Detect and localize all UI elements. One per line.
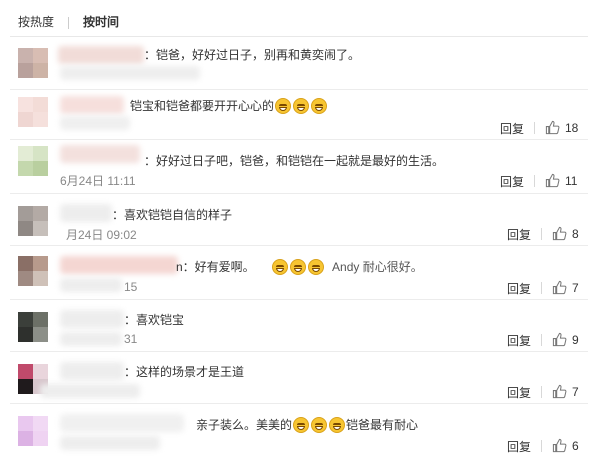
grin-emoji-icon bbox=[308, 259, 325, 275]
thumbs-up-icon bbox=[552, 332, 567, 347]
comment-text: ：铠爸，好好过日子，别再和黄奕闹了。 bbox=[144, 48, 361, 62]
thumbs-up-icon bbox=[552, 280, 567, 295]
tab-by-time[interactable]: 按时间 bbox=[83, 13, 119, 30]
grin-emoji-icon bbox=[293, 98, 310, 114]
grin-emoji-icon bbox=[329, 417, 346, 433]
thumbs-up-icon bbox=[552, 226, 567, 241]
username-blurred[interactable] bbox=[60, 256, 178, 274]
action-separator bbox=[541, 334, 542, 346]
reply-button[interactable]: 回复 bbox=[507, 280, 531, 297]
reply-button[interactable]: 回复 bbox=[500, 120, 524, 137]
comment-text: 铠宝和铠爸都要开开心心的 bbox=[130, 97, 328, 114]
like-button[interactable]: 6 bbox=[552, 438, 579, 453]
username-blurred[interactable] bbox=[60, 310, 124, 328]
grin-emoji-icon bbox=[275, 98, 292, 114]
action-separator bbox=[541, 282, 542, 294]
grin-emoji-icon bbox=[293, 417, 310, 433]
like-button[interactable]: 18 bbox=[545, 120, 578, 135]
thumbs-up-icon bbox=[552, 384, 567, 399]
reply-button[interactable]: 回复 bbox=[507, 332, 531, 349]
comment-time: 15 bbox=[124, 280, 138, 294]
avatar[interactable] bbox=[18, 312, 48, 342]
comment-text: ：好好过日子吧，铠爸，和铠铠在一起就是最好的生活。 bbox=[144, 154, 445, 168]
timestamp-blurred bbox=[60, 436, 160, 450]
comment-item: ：喜欢铠宝 31 回复 9 bbox=[0, 300, 596, 352]
timestamp-blurred bbox=[60, 278, 122, 292]
comment-text: 亲子装么。美美的 铠爸最有耐心 bbox=[196, 417, 419, 433]
comment-item: 铠宝和铠爸都要开开心心的 回复 18 bbox=[0, 90, 596, 140]
avatar[interactable] bbox=[18, 48, 48, 78]
action-separator bbox=[541, 440, 542, 452]
like-button[interactable]: 7 bbox=[552, 280, 579, 295]
timestamp-blurred bbox=[40, 384, 140, 398]
comment-text: ：喜欢铠铠自信的样子 bbox=[112, 208, 233, 222]
tab-separator bbox=[68, 16, 70, 29]
comment-time: 6月24日 11:11 bbox=[60, 174, 136, 188]
comment-item: ：铠爸，好好过日子，别再和黄奕闹了。 bbox=[0, 40, 596, 90]
username-blurred[interactable] bbox=[60, 414, 184, 432]
username-blurred[interactable] bbox=[60, 362, 124, 380]
username-blurred[interactable] bbox=[60, 96, 124, 114]
avatar[interactable] bbox=[18, 256, 48, 286]
action-separator bbox=[534, 175, 535, 187]
avatar[interactable] bbox=[18, 97, 48, 127]
timestamp-blurred bbox=[60, 116, 130, 130]
comment-item: n：好有爱啊。 Andy 耐心很好。 15 回复 7 bbox=[0, 246, 596, 300]
thumbs-up-icon bbox=[552, 438, 567, 453]
action-separator bbox=[541, 228, 542, 240]
avatar[interactable] bbox=[18, 416, 48, 446]
like-button[interactable]: 9 bbox=[552, 332, 579, 347]
grin-emoji-icon bbox=[272, 259, 289, 275]
reply-button[interactable]: 回复 bbox=[507, 226, 531, 243]
timestamp-blurred bbox=[60, 66, 200, 80]
avatar[interactable] bbox=[18, 146, 48, 176]
like-button[interactable]: 8 bbox=[552, 226, 579, 241]
comment-item: ：这样的场景才是王道 回复 7 bbox=[0, 352, 596, 404]
thumbs-up-icon bbox=[545, 173, 560, 188]
comment-time: 月24日 09:02 bbox=[66, 228, 137, 242]
comment-item: ：喜欢铠铠自信的样子 月24日 09:02 回复 8 bbox=[0, 194, 596, 246]
comment-text: n：好有爱啊。 Andy 耐心很好。 bbox=[176, 259, 423, 275]
like-button[interactable]: 11 bbox=[545, 173, 577, 188]
timestamp-blurred bbox=[60, 332, 122, 346]
avatar[interactable] bbox=[18, 206, 48, 236]
username-blurred[interactable] bbox=[58, 46, 144, 64]
username-blurred[interactable] bbox=[60, 204, 112, 222]
grin-emoji-icon bbox=[290, 259, 307, 275]
comment-time: 31 bbox=[124, 332, 138, 346]
comment-text: ：喜欢铠宝 bbox=[124, 313, 185, 327]
username-blurred[interactable] bbox=[60, 145, 140, 163]
tabs-divider bbox=[10, 36, 588, 37]
comment-item: 亲子装么。美美的 铠爸最有耐心 回复 6 bbox=[0, 404, 596, 462]
comment-item: ：好好过日子吧，铠爸，和铠铠在一起就是最好的生活。 6月24日 11:11 回复… bbox=[0, 140, 596, 194]
like-button[interactable]: 7 bbox=[552, 384, 579, 399]
reply-button[interactable]: 回复 bbox=[507, 438, 531, 455]
action-separator bbox=[541, 386, 542, 398]
comment-text: ：这样的场景才是王道 bbox=[124, 365, 245, 379]
grin-emoji-icon bbox=[311, 417, 328, 433]
grin-emoji-icon bbox=[311, 98, 328, 114]
reply-button[interactable]: 回复 bbox=[500, 173, 524, 190]
reply-button[interactable]: 回复 bbox=[507, 384, 531, 401]
tab-by-popularity[interactable]: 按热度 bbox=[18, 13, 54, 30]
action-separator bbox=[534, 122, 535, 134]
thumbs-up-icon bbox=[545, 120, 560, 135]
